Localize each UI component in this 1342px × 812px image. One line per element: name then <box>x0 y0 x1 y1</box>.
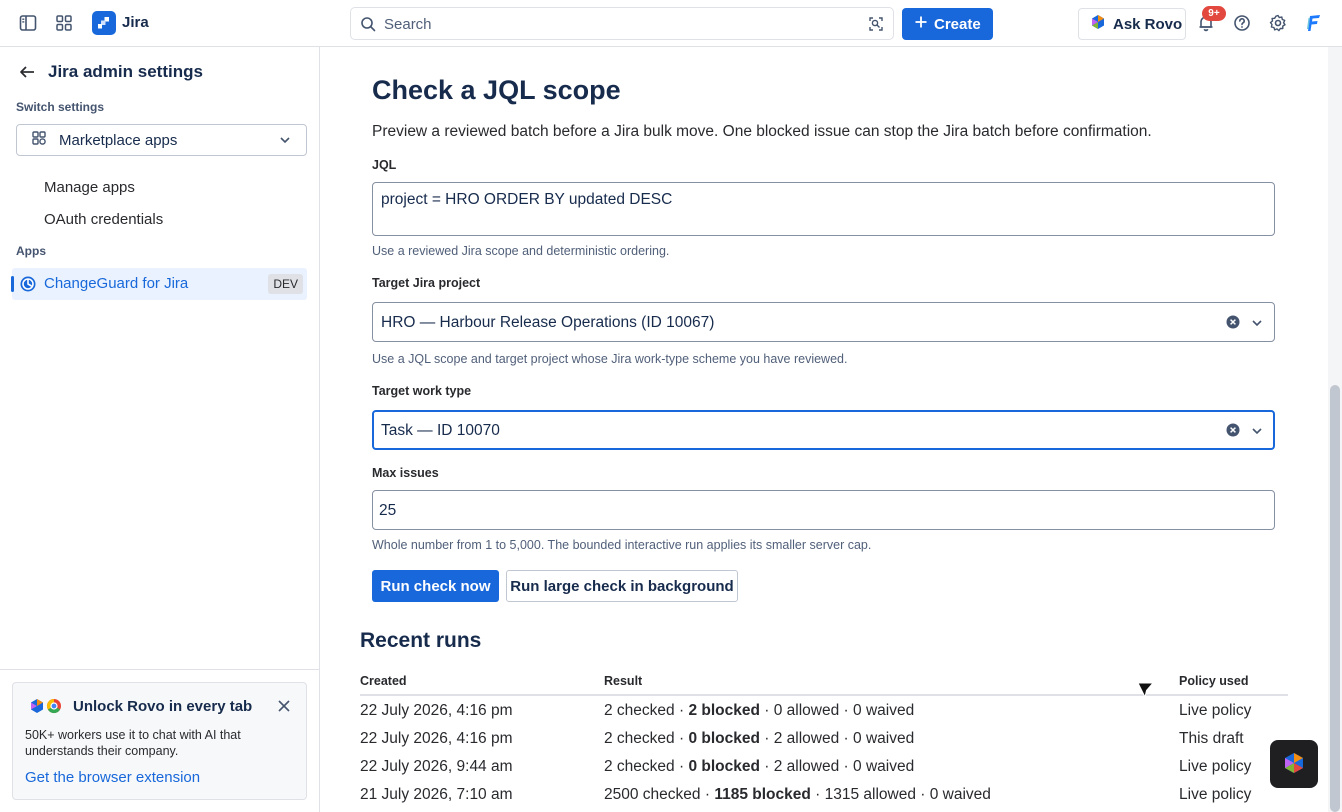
search-placeholder: Search <box>384 16 432 33</box>
clear-icon[interactable] <box>1226 423 1240 442</box>
mouse-cursor-icon <box>1137 681 1155 702</box>
marketplace-apps-icon <box>31 130 47 150</box>
create-button[interactable]: Create <box>902 8 993 40</box>
switch-settings-label: Switch settings <box>16 100 105 114</box>
run-result: 2 checked · 0 blocked · 2 allowed · 0 wa… <box>604 758 915 775</box>
sidebar-item-changeguard[interactable]: ChangeGuard for Jira DEV <box>11 268 307 300</box>
target-project-value: HRO — Harbour Release Operations (ID 100… <box>381 314 715 331</box>
run-check-now-button[interactable]: Run check now <box>372 570 499 602</box>
run-policy: Live policy <box>1179 702 1252 719</box>
sidebar-item-manage-apps[interactable]: Manage apps <box>44 179 135 196</box>
run-result: 2500 checked · 1185 blocked · 1315 allow… <box>604 786 991 803</box>
clear-icon[interactable] <box>1226 315 1240 334</box>
rovo-chat-button[interactable] <box>1270 740 1318 788</box>
scrollbar-thumb[interactable] <box>1330 385 1340 812</box>
top-navigation-bar: Jira Search Create Ask Rovo 9+ <box>0 0 1342 47</box>
chevron-down-icon <box>278 133 292 151</box>
switch-settings-select[interactable]: Marketplace apps <box>16 124 307 156</box>
get-extension-link[interactable]: Get the browser extension <box>25 769 200 786</box>
main-content: Check a JQL scope Preview a reviewed bat… <box>320 47 1328 812</box>
browser-extension-icon <box>29 698 63 719</box>
rovo-promo-card: Unlock Rovo in every tab 50K+ workers us… <box>12 682 307 800</box>
create-label: Create <box>934 15 981 33</box>
table-row: 22 July 2026, 9:44 am 2 checked · 0 bloc… <box>360 752 1288 780</box>
jql-textarea[interactable]: project = HRO ORDER BY updated DESC <box>372 182 1275 236</box>
target-project-select[interactable]: HRO — Harbour Release Operations (ID 100… <box>372 302 1275 342</box>
notifications-badge: 9+ <box>1202 6 1226 21</box>
app-label: ChangeGuard for Jira <box>44 275 189 292</box>
run-policy: Live policy <box>1179 786 1252 803</box>
search-icon <box>360 16 376 35</box>
run-created: 22 July 2026, 4:16 pm <box>360 702 513 719</box>
close-icon[interactable] <box>278 699 290 715</box>
run-background-check-button[interactable]: Run large check in background <box>506 570 738 602</box>
plus-icon <box>914 15 928 33</box>
target-project-help-text: Use a JQL scope and target project whose… <box>372 352 848 366</box>
dev-lozenge: DEV <box>268 274 303 294</box>
page-description: Preview a reviewed batch before a Jira b… <box>372 123 1152 140</box>
target-work-type-value: Task — ID 10070 <box>381 422 500 439</box>
chevron-down-icon[interactable] <box>1250 316 1264 335</box>
back-arrow-icon[interactable] <box>18 63 36 84</box>
app-switcher-icon[interactable] <box>52 11 76 35</box>
sidebar-divider <box>0 669 320 670</box>
run-created: 21 July 2026, 7:10 am <box>360 786 513 803</box>
jql-help-text: Use a reviewed Jira scope and determinis… <box>372 244 670 258</box>
profile-avatar-icon[interactable] <box>1301 11 1325 35</box>
run-created: 22 July 2026, 4:16 pm <box>360 730 513 747</box>
ask-rovo-label: Ask Rovo <box>1113 15 1183 33</box>
chevron-down-icon[interactable] <box>1250 424 1264 443</box>
sidebar-item-oauth-credentials[interactable]: OAuth credentials <box>44 211 163 228</box>
ask-rovo-button[interactable]: Ask Rovo <box>1078 8 1186 40</box>
jira-logo-icon[interactable] <box>92 11 116 35</box>
column-header-created: Created <box>360 674 407 688</box>
table-row: 22 July 2026, 4:16 pm 2 checked · 0 bloc… <box>360 724 1288 752</box>
rovo-icon <box>1282 751 1306 778</box>
settings-gear-icon[interactable] <box>1266 11 1290 35</box>
max-issues-label: Max issues <box>372 466 439 480</box>
column-header-policy: Policy used <box>1179 674 1249 688</box>
search-filter-icon[interactable] <box>867 15 885 36</box>
recent-runs-title: Recent runs <box>360 629 482 652</box>
main-scrollbar[interactable] <box>1328 47 1342 812</box>
sidebar-title: Jira admin settings <box>48 62 203 81</box>
max-issues-input[interactable]: 25 <box>372 490 1275 530</box>
table-row: 21 July 2026, 7:10 am 2500 checked · 118… <box>360 780 1288 808</box>
target-work-type-label: Target work type <box>372 384 472 398</box>
rovo-icon <box>1090 14 1106 34</box>
search-input[interactable]: Search <box>350 7 894 40</box>
target-work-type-select[interactable]: Task — ID 10070 <box>372 410 1275 450</box>
switch-settings-value: Marketplace apps <box>59 131 178 149</box>
apps-section-label: Apps <box>16 244 46 258</box>
promo-title: Unlock Rovo in every tab <box>73 698 253 715</box>
changeguard-app-icon <box>19 275 37 296</box>
jql-value: project = HRO ORDER BY updated DESC <box>381 191 673 208</box>
sidebar-toggle-icon[interactable] <box>16 11 40 35</box>
run-policy: This draft <box>1179 730 1244 747</box>
max-issues-help-text: Whole number from 1 to 5,000. The bounde… <box>372 538 872 552</box>
page-title: Check a JQL scope <box>372 75 621 105</box>
max-issues-value: 25 <box>379 502 397 519</box>
run-result: 2 checked · 2 blocked · 0 allowed · 0 wa… <box>604 702 915 719</box>
app-name[interactable]: Jira <box>122 14 149 31</box>
run-policy: Live policy <box>1179 758 1252 775</box>
admin-sidebar: Jira admin settings Switch settings Mark… <box>0 47 320 812</box>
run-created: 22 July 2026, 9:44 am <box>360 758 513 775</box>
run-result: 2 checked · 0 blocked · 2 allowed · 0 wa… <box>604 730 915 747</box>
help-icon[interactable] <box>1230 11 1254 35</box>
target-project-label: Target Jira project <box>372 276 481 290</box>
promo-description: 50K+ workers use it to chat with AI that… <box>25 728 241 758</box>
jql-label: JQL <box>372 158 397 172</box>
column-header-result: Result <box>604 674 643 688</box>
